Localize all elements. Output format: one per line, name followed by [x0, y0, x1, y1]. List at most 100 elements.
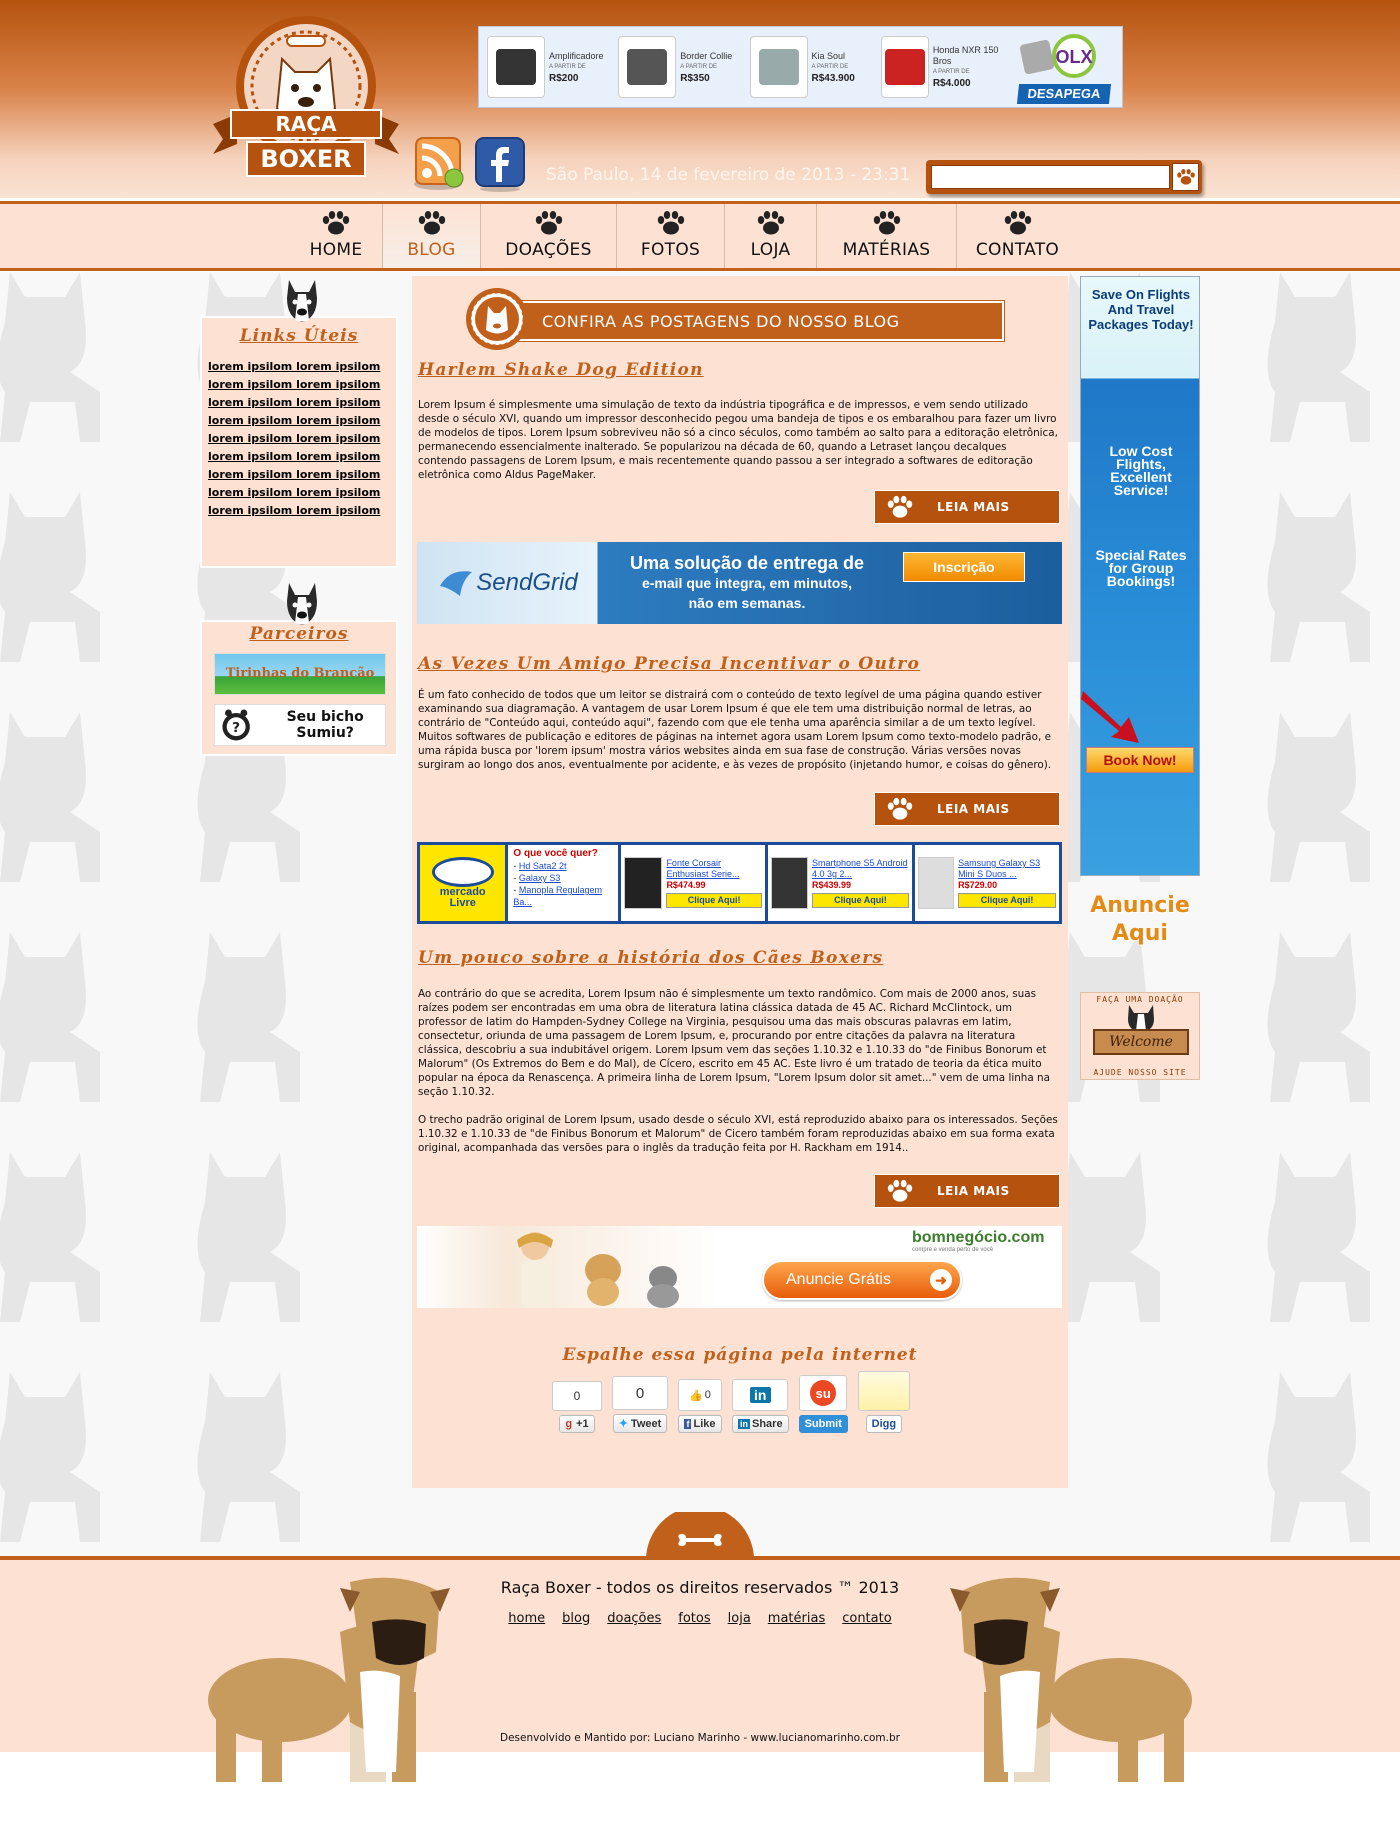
- useful-link[interactable]: lorem ipsilom lorem ipsilom: [208, 466, 380, 484]
- mercadolivre-link[interactable]: Hd Sata2 2t: [519, 861, 567, 871]
- paw-icon: [757, 211, 784, 235]
- olx-item-name: Honda NXR 150 Bros: [932, 45, 999, 66]
- footer-link-blog[interactable]: blog: [562, 1611, 590, 1626]
- useful-link[interactable]: lorem ipsilom lorem ipsilom: [208, 502, 380, 520]
- product-image: [770, 857, 808, 909]
- olx-item-price: R$350: [680, 72, 710, 84]
- search-input[interactable]: [931, 165, 1170, 189]
- flights-skyscraper-ad[interactable]: Save On Flights And Travel Packages Toda…: [1080, 276, 1200, 876]
- olx-brand-icon: OLX: [1019, 34, 1096, 78]
- read-more-button[interactable]: LEIA MAIS: [874, 1174, 1060, 1208]
- stumbleupon-submit-button[interactable]: su Submit: [798, 1375, 848, 1433]
- dog-silhouette: [0, 1352, 120, 1542]
- twitter-bird-icon: ✦: [618, 1418, 628, 1430]
- donation-banner[interactable]: FAÇA UMA DOAÇÃO Welcome AJUDE NOSSO SITE: [1080, 992, 1200, 1080]
- product-cta-button[interactable]: Clique Aqui!: [666, 893, 762, 908]
- dog-silhouette: [0, 272, 120, 442]
- read-more-label: LEIA MAIS: [937, 500, 1010, 514]
- nav-item-doações[interactable]: DOAÇÕES: [481, 204, 617, 268]
- read-more-button[interactable]: LEIA MAIS: [874, 490, 1060, 524]
- post-body: Lorem Ipsum é simplesmente uma simulação…: [418, 399, 1058, 481]
- olx-item[interactable]: Honda NXR 150 Bros A PARTIR DE R$4.000: [880, 32, 1004, 102]
- footer-link-doações[interactable]: doações: [607, 1611, 661, 1626]
- useful-link[interactable]: lorem ipsilom lorem ipsilom: [208, 376, 380, 394]
- linkedin-share-button[interactable]: in in Share: [732, 1379, 789, 1433]
- bomnegocio-ad[interactable]: bomnegócio.com compre e venda perto de v…: [417, 1226, 1062, 1308]
- nav-item-home[interactable]: HOME: [290, 204, 383, 268]
- facebook-icon[interactable]: [474, 136, 526, 192]
- boxer-dog-illustration: [950, 1577, 1192, 1782]
- footer-link-contato[interactable]: contato: [842, 1611, 891, 1626]
- olx-item[interactable]: Border Collie A PARTIR DE R$350: [618, 32, 741, 102]
- sendgrid-logo-icon: [440, 571, 473, 596]
- mercadolivre-ad[interactable]: mercado Livre O que você quer? - Hd Sata2 2…: [417, 842, 1062, 924]
- nav-item-blog[interactable]: BLOG: [383, 204, 481, 268]
- footer-link-loja[interactable]: loja: [728, 1611, 751, 1626]
- paw-icon: [322, 211, 350, 235]
- olx-item[interactable]: Amplificadore A PARTIR DE R$200: [487, 32, 610, 102]
- product-cta-button[interactable]: Clique Aqui!: [811, 893, 909, 908]
- olx-logo[interactable]: OLX DESAPEGA: [1004, 30, 1114, 104]
- olx-item[interactable]: Kia Soul A PARTIR DE R$43.900: [749, 32, 873, 102]
- paw-icon: [873, 211, 900, 235]
- nav-item-matérias[interactable]: MATÉRIAS: [817, 204, 957, 268]
- book-now-button[interactable]: Book Now!: [1086, 747, 1194, 773]
- product-price: R$474.99: [666, 880, 706, 890]
- dog-silhouette: [0, 692, 120, 882]
- twitter-share-button[interactable]: 0 ✦ Tweet: [612, 1376, 668, 1433]
- google-plus-share-button[interactable]: 0 g +1: [552, 1381, 602, 1433]
- nav-item-label: CONTATO: [975, 240, 1060, 260]
- olx-banner-ad[interactable]: Amplificadore A PARTIR DE R$200 Border Coll…: [478, 26, 1123, 108]
- nav-item-loja[interactable]: LOJA: [725, 204, 817, 268]
- site-logo[interactable]: RAÇA BOXER: [207, 14, 405, 189]
- sendgrid-ad[interactable]: SendGrid Uma solução de entrega de e-mai…: [417, 542, 1062, 624]
- partner-seu-bicho[interactable]: ? Seu bicho Sumiu?: [214, 704, 386, 746]
- search-button[interactable]: [1172, 163, 1199, 191]
- read-more-button[interactable]: LEIA MAIS: [874, 792, 1060, 826]
- useful-link[interactable]: lorem ipsilom lorem ipsilom: [208, 484, 380, 502]
- footer-link-matérias[interactable]: matérias: [768, 1611, 825, 1626]
- read-more-label: LEIA MAIS: [937, 1184, 1010, 1198]
- product-cta-button[interactable]: Clique Aqui!: [958, 893, 1056, 908]
- sendgrid-signup-button[interactable]: Inscrição: [903, 552, 1025, 582]
- useful-link[interactable]: lorem ipsilom lorem ipsilom: [208, 412, 380, 430]
- nav-item-contato[interactable]: CONTATO: [957, 204, 1078, 268]
- nav-item-label: FOTOS: [640, 240, 701, 260]
- mercadolivre-product[interactable]: Smartphone S5 Android 4.0 3g 2... R$439.9…: [767, 845, 912, 921]
- paw-icon: [535, 211, 562, 235]
- advertise-here-link[interactable]: Anuncie Aqui: [1080, 892, 1200, 948]
- nav-item-fotos[interactable]: FOTOS: [617, 204, 725, 268]
- olx-item-name: Border Collie: [680, 50, 733, 61]
- blog-banner-title: CONFIRA AS POSTAGENS DO NOSSO BLOG: [542, 312, 900, 331]
- post-title[interactable]: As Vezes Um Amigo Precisa Incentivar o O…: [418, 654, 920, 674]
- useful-link[interactable]: lorem ipsilom lorem ipsilom: [208, 448, 380, 466]
- svg-text:OLX: OLX: [1055, 47, 1092, 67]
- rss-icon[interactable]: [410, 132, 466, 192]
- dog-silhouette: [1240, 1352, 1390, 1542]
- share-label: ✦ Tweet: [612, 1414, 668, 1433]
- post-title[interactable]: Um pouco sobre a história dos Cães Boxer…: [418, 948, 883, 968]
- useful-link[interactable]: lorem ipsilom lorem ipsilom: [208, 394, 380, 412]
- digg-share-button[interactable]: Digg: [857, 1371, 910, 1433]
- product-name[interactable]: Samsung Galaxy S3 Mini S Duos ...: [958, 858, 1056, 880]
- post-body: O trecho padrão original de Lorem Ipsum,…: [418, 1114, 1058, 1154]
- paw-icon: [887, 495, 913, 518]
- mercadolivre-product[interactable]: Samsung Galaxy S3 Mini S Duos ... R$729.0…: [914, 845, 1059, 921]
- mercadolivre-product[interactable]: Fonte Corsair Enthusiast Serie... R$474.9…: [620, 845, 765, 921]
- mercadolivre-link[interactable]: Manopla Regulagem Ba...: [513, 885, 602, 907]
- footer-link-fotos[interactable]: fotos: [678, 1611, 710, 1626]
- anuncie-gratis-button[interactable]: Anuncie Grátis ➜: [762, 1260, 962, 1300]
- bone-badge-icon: [646, 1512, 754, 1560]
- partner-tirinhas[interactable]: Tirinhas do Brancão: [214, 653, 386, 695]
- mercadolivre-link[interactable]: Galaxy S3: [519, 873, 561, 883]
- useful-link[interactable]: lorem ipsilom lorem ipsilom: [208, 358, 380, 376]
- ad-subheadline: Special Rates for Group Bookings!: [1095, 547, 1187, 589]
- footer-link-home[interactable]: home: [508, 1611, 545, 1626]
- product-name[interactable]: Smartphone S5 Android 4.0 3g 2...: [812, 858, 909, 880]
- post-body: Ao contrário do que se acredita, Lorem I…: [418, 988, 1051, 1098]
- facebook-icon: f: [684, 1419, 692, 1429]
- post-title[interactable]: Harlem Shake Dog Edition: [418, 360, 704, 380]
- facebook-like-button[interactable]: 👍 0 f Like: [678, 1379, 722, 1433]
- useful-link[interactable]: lorem ipsilom lorem ipsilom: [208, 430, 380, 448]
- product-name[interactable]: Fonte Corsair Enthusiast Serie...: [666, 858, 761, 880]
